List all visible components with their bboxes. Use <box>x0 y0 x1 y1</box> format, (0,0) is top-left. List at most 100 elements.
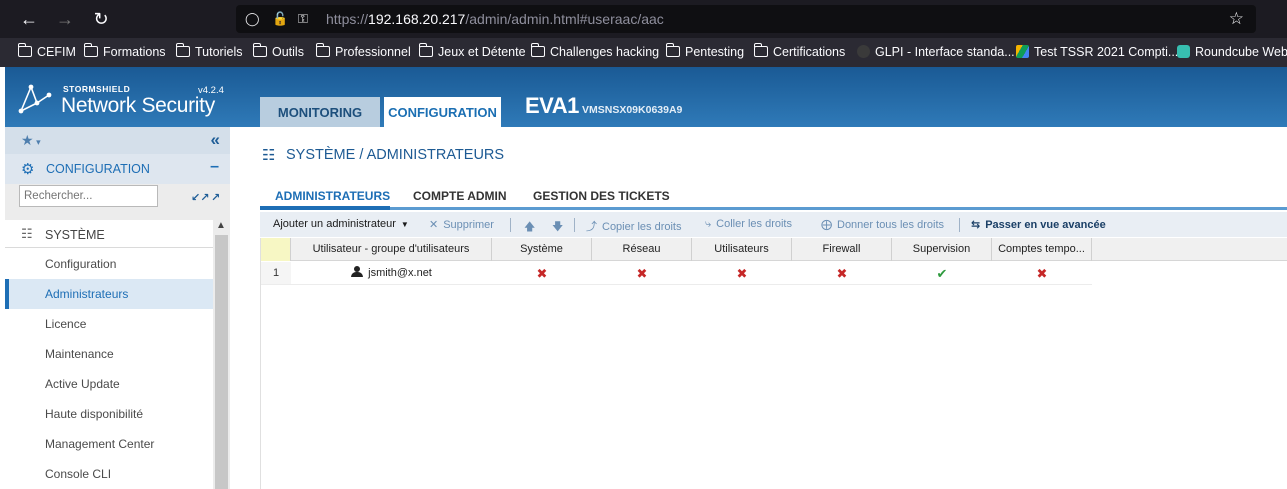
reload-icon[interactable]: ↻ <box>89 8 113 30</box>
forward-icon[interactable]: → <box>53 8 77 30</box>
column-header-reseau[interactable]: Réseau <box>592 238 692 261</box>
bookmark-folder-pentesting[interactable]: Pentesting <box>665 43 745 60</box>
cross-icon: ✖ <box>1036 266 1048 281</box>
url-text[interactable]: https://192.168.20.217/admin/admin.html#… <box>326 11 664 27</box>
brand-name: STORMSHIELD <box>63 84 131 94</box>
right-cell-reseau[interactable]: ✖ <box>592 262 692 285</box>
tab-compte-admin[interactable]: COMPTE ADMIN <box>413 189 507 203</box>
browser-toolbar: ← → ↻ ◯ 🔓 ⚿ https://192.168.20.217/admin… <box>0 0 1287 38</box>
bookmark-folder-challenges[interactable]: Challenges hacking <box>530 43 659 60</box>
expand-all-icon[interactable]: ↗ <box>211 191 220 204</box>
google-drive-icon <box>1016 45 1029 58</box>
right-cell-supervision[interactable]: ✔ <box>892 262 992 285</box>
tabs-divider <box>260 207 1287 210</box>
bookmark-folder-jeux[interactable]: Jeux et Détente <box>418 43 526 60</box>
bookmark-star-icon[interactable]: ☆ <box>1229 9 1244 29</box>
user-name: jsmith@x.net <box>368 267 432 279</box>
bookmark-folder-certifications[interactable]: Certifications <box>753 43 845 60</box>
favorites-star-icon[interactable]: ★ ▾ <box>21 132 41 149</box>
right-cell-comptes-temporaires[interactable]: ✖ <box>992 262 1092 285</box>
sliders-icon: ☷ <box>262 147 276 164</box>
advanced-view-label: Passer en vue avancée <box>985 219 1106 231</box>
column-header-user[interactable]: Utilisateur - groupe d'utilisateurs <box>291 238 492 261</box>
add-admin-button[interactable]: Ajouter un administrateur ▼ <box>273 218 409 230</box>
bookmark-folder-formations[interactable]: Formations <box>83 43 166 60</box>
sidebar-section-configuration[interactable]: ⚙ CONFIGURATION – <box>5 154 230 184</box>
advanced-view-button[interactable]: ⇆ Passer en vue avancée <box>971 218 1106 231</box>
bookmark-folder-outils[interactable]: Outils <box>252 43 304 60</box>
sidebar-item-haute-disponibilite[interactable]: Haute disponibilité <box>5 399 213 429</box>
firewall-name: EVA1 <box>525 93 579 118</box>
folder-icon <box>252 43 267 57</box>
roundcube-icon <box>1177 45 1190 58</box>
right-cell-utilisateurs[interactable]: ✖ <box>692 262 792 285</box>
sliders-icon: ☷ <box>21 226 33 241</box>
right-cell-systeme[interactable]: ✖ <box>492 262 592 285</box>
sidebar-item-maintenance[interactable]: Maintenance <box>5 339 213 369</box>
folder-icon <box>418 43 433 57</box>
move-down-icon[interactable]: 🡇 <box>552 218 563 237</box>
shield-icon[interactable]: ◯ <box>245 11 260 27</box>
sidebar-search-input[interactable] <box>19 185 158 207</box>
copy-rights-button[interactable]: ⤴ Copier les droits <box>586 218 681 234</box>
bookmark-folder-professionnel[interactable]: Professionnel <box>315 43 411 60</box>
sidebar-item-active-update[interactable]: Active Update <box>5 369 213 399</box>
column-header-utilisateurs[interactable]: Utilisateurs <box>692 238 792 261</box>
folder-icon <box>315 43 330 57</box>
column-header-supervision[interactable]: Supervision <box>892 238 992 261</box>
bookmark-folder-cefim[interactable]: CEFIM <box>17 43 76 60</box>
delete-button[interactable]: ✕ Supprimer <box>429 218 494 231</box>
delete-label: Supprimer <box>443 219 494 231</box>
bookmark-glpi[interactable]: GLPI - Interface standa... <box>857 44 1015 60</box>
sidebar-item-configuration[interactable]: Configuration <box>5 249 213 279</box>
column-header-firewall[interactable]: Firewall <box>792 238 892 261</box>
back-icon[interactable]: ← <box>17 8 41 30</box>
toolbar-separator <box>574 218 575 232</box>
tab-configuration[interactable]: CONFIGURATION <box>384 97 501 127</box>
app-header: STORMSHIELD Network Security v4.2.4 MONI… <box>5 67 1287 127</box>
dropdown-caret-icon: ▼ <box>400 220 409 229</box>
gear-icon: ⚙ <box>21 161 35 178</box>
tab-administrateurs[interactable]: ADMINISTRATEURS <box>275 189 390 203</box>
bookmark-test-tssr[interactable]: Test TSSR 2021 Compti... <box>1016 44 1178 60</box>
paste-rights-button[interactable]: ⤷ Coller les droits <box>705 218 792 231</box>
right-cell-firewall[interactable]: ✖ <box>792 262 892 285</box>
tab-monitoring[interactable]: MONITORING <box>260 97 380 127</box>
scrollbar-thumb[interactable] <box>215 235 228 489</box>
cross-icon: ✖ <box>836 266 848 281</box>
minus-icon[interactable]: – <box>210 158 219 176</box>
main-content: ☷ SYSTÈME / ADMINISTRATEURS ADMINISTRATE… <box>230 127 1287 489</box>
folder-icon <box>753 43 768 57</box>
give-all-rights-button[interactable]: ⨁ Donner tous les droits <box>821 218 944 231</box>
move-up-icon[interactable]: 🡅 <box>524 218 535 237</box>
sidebar-item-management-center[interactable]: Management Center <box>5 429 213 459</box>
active-tab-indicator <box>260 206 390 210</box>
sidebar-item-administrateurs[interactable]: Administrateurs <box>5 279 213 309</box>
column-header-comptes-temporaires[interactable]: Comptes tempo... <box>992 238 1092 261</box>
column-header-systeme[interactable]: Système <box>492 238 592 261</box>
sidebar-item-licence[interactable]: Licence <box>5 309 213 339</box>
admin-toolbar: Ajouter un administrateur ▼ ✕ Supprimer 🡅 … <box>260 212 1287 237</box>
url-path: /admin/admin.html#useraac/aac <box>465 11 664 27</box>
insecure-lock-icon[interactable]: 🔓 <box>272 11 288 27</box>
bookmark-roundcube[interactable]: Roundcube Webm <box>1177 44 1287 60</box>
folder-icon <box>83 43 98 57</box>
tree-group-systeme[interactable]: ☷ SYSTÈME <box>5 220 213 248</box>
sidebar-scrollbar[interactable]: ▲ <box>213 218 230 489</box>
bookmark-folder-tutoriels[interactable]: Tutoriels <box>175 43 243 60</box>
page-title: SYSTÈME / ADMINISTRATEURS <box>286 147 505 163</box>
collapse-sidebar-icon[interactable]: « <box>211 130 220 150</box>
scroll-up-icon[interactable]: ▲ <box>216 220 226 231</box>
sidebar-item-console-cli[interactable]: Console CLI <box>5 459 213 489</box>
bookmark-label: Pentesting <box>685 45 745 59</box>
url-scheme: https:// <box>326 11 369 27</box>
tab-gestion-tickets[interactable]: GESTION DES TICKETS <box>533 189 670 203</box>
permissions-key-icon[interactable]: ⚿ <box>298 11 308 27</box>
collapse-all-icon[interactable]: ↙↗ <box>191 191 209 204</box>
check-icon: ✔ <box>936 266 948 281</box>
bookmark-label: Tutoriels <box>195 45 243 59</box>
grid-header-row-number[interactable] <box>261 238 291 261</box>
swap-icon: ⇆ <box>971 219 981 231</box>
user-cell[interactable]: jsmith@x.net <box>291 262 492 285</box>
address-bar[interactable]: ◯ 🔓 ⚿ https://192.168.20.217/admin/admin… <box>236 5 1256 33</box>
